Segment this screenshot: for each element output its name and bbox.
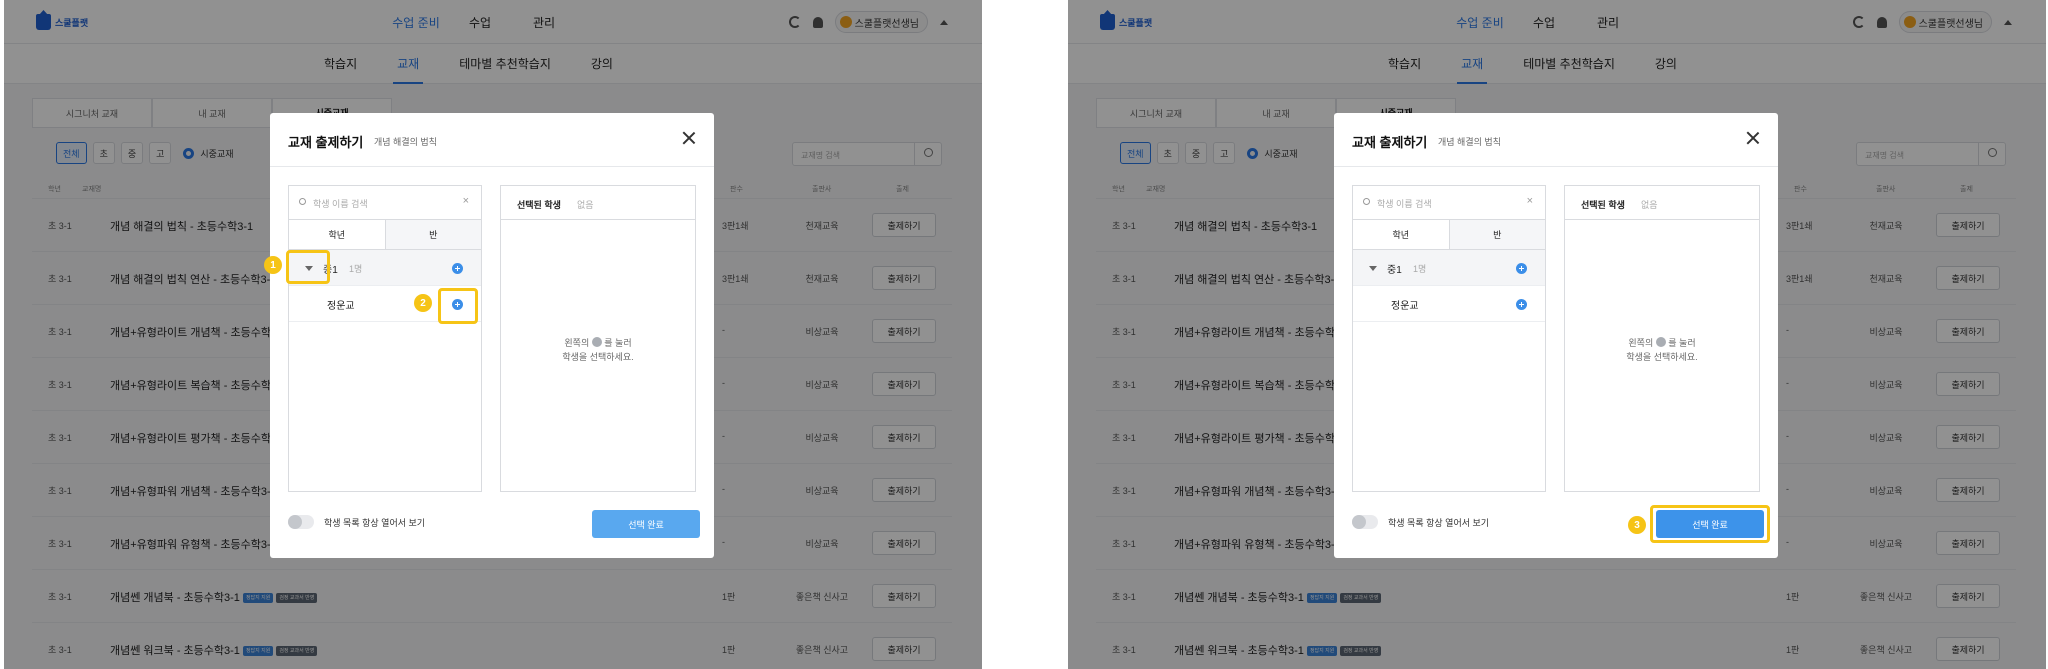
tab-grade[interactable]: 학년 [289,220,385,249]
plus-icon [591,337,602,347]
clear-icon[interactable]: × [1527,195,1533,207]
tab-grade[interactable]: 학년 [1353,220,1449,249]
highlight-step-1 [286,250,330,284]
student-search-input[interactable]: 학생 이름 검색 × [289,186,481,220]
step-badge-3: 3 [1628,516,1646,534]
modal-header: 교재 출제하기 개념 해결의 법칙 [270,113,714,167]
always-open-toggle[interactable] [288,515,314,529]
screenshot-left: 스쿨플랫 수업 준비 수업 관리 스쿨플랫선생님 학습지 교재 테마별 추천학습… [4,0,982,669]
student-row[interactable]: 정운교 [1353,286,1545,322]
tab-class[interactable]: 반 [384,220,481,249]
step-badge-1: 1 [264,256,282,274]
screenshot-right: 스쿨플랫 수업 준비 수업 관리 스쿨플랫선생님 학습지 교재 테마별 추천학습… [1068,0,2046,669]
search-icon [299,198,306,205]
student-list-panel: 학생 이름 검색 × 학년 반 중1 1명 정운교 [1352,185,1546,492]
assign-modal: 교재 출제하기 개념 해결의 법칙 학생 이름 검색 × 학년 반 중1 1명 … [270,113,714,558]
selected-students-panel: 선택된 학생 없음 왼쪽의 를 눌러 학생을 선택하세요. [500,185,696,492]
search-icon [1363,198,1370,205]
add-group-icon[interactable] [452,263,463,274]
clear-icon[interactable]: × [463,195,469,207]
student-tabs: 학년 반 [1353,220,1545,250]
empty-hint: 왼쪽의 를 눌러 학생을 선택하세요. [1626,337,1698,362]
tab-class[interactable]: 반 [1448,220,1545,249]
select-done-button[interactable]: 선택 완료 [592,510,700,538]
close-icon[interactable] [682,131,696,145]
chevron-down-icon[interactable] [1369,266,1377,271]
close-icon[interactable] [1746,131,1760,145]
assign-modal: 교재 출제하기 개념 해결의 법칙 학생 이름 검색 × 학년 반 중1 1명 … [1334,113,1778,558]
selected-header: 선택된 학생 없음 [501,186,695,220]
student-search-input[interactable]: 학생 이름 검색 × [1353,186,1545,220]
empty-hint: 왼쪽의 를 눌러 학생을 선택하세요. [562,337,634,362]
grade-group-row[interactable]: 중1 1명 [1353,250,1545,286]
selected-students-panel: 선택된 학생 없음 왼쪽의 를 눌러 학생을 선택하세요. [1564,185,1760,492]
step-badge-2: 2 [414,294,432,312]
always-open-toggle[interactable] [1352,515,1378,529]
highlight-step-2 [438,288,478,324]
student-list-panel: 학생 이름 검색 × 학년 반 중1 1명 정운교 [288,185,482,492]
highlight-step-3 [1650,505,1770,543]
add-student-icon[interactable] [1516,299,1527,310]
student-tabs: 학년 반 [289,220,481,250]
selected-header: 선택된 학생 없음 [1565,186,1759,220]
plus-icon [1655,337,1666,347]
modal-header: 교재 출제하기 개념 해결의 법칙 [1334,113,1778,167]
add-group-icon[interactable] [1516,263,1527,274]
